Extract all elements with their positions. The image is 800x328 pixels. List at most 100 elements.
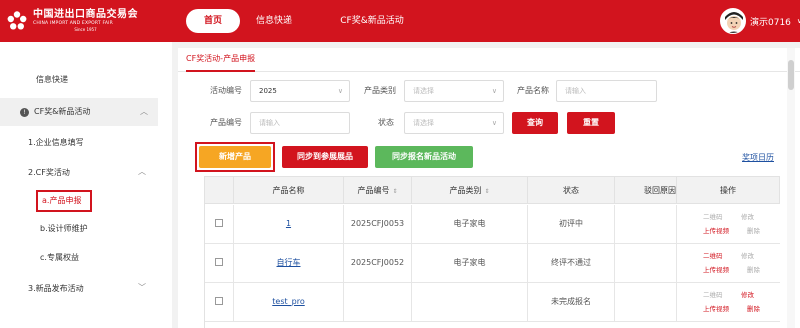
header-category[interactable]: 产品类别 ⇕: [412, 177, 528, 204]
product-name-link[interactable]: test_pro: [272, 297, 304, 306]
row-checkbox-cell: [205, 244, 234, 282]
edit-link[interactable]: 修改: [741, 250, 754, 260]
main-panel: CF奖活动-产品申报 活动编号 2025 ∨ 产品类别 请选择 ∨ 产品名称 请…: [178, 48, 800, 328]
upload-video-link[interactable]: 上传视频: [703, 264, 729, 274]
edit-link[interactable]: 修改: [741, 211, 754, 221]
sync-new-activity-button[interactable]: 同步报名新品活动: [375, 146, 473, 168]
activity-no-value: 2025: [259, 87, 277, 95]
table-row: test_pro 未完成报名 二维码 修改 上传视频 删除: [205, 283, 780, 322]
sidebar-item-new-product-launch[interactable]: 3.新品发布活动: [28, 282, 84, 296]
tab-bar: CF奖活动-产品申报: [178, 48, 800, 72]
sidebar-item-product-declaration[interactable]: a.产品申报: [36, 190, 92, 212]
chevron-up-icon: ︿: [138, 167, 146, 176]
row-checkbox[interactable]: [215, 219, 223, 227]
product-name-input[interactable]: 请输入: [556, 80, 657, 102]
table-header: 产品名称 产品编号 ⇕ 产品类别 ⇕ 状态 驳回原因 操作: [205, 176, 780, 204]
header-category-label: 产品类别: [449, 186, 482, 195]
product-name-link[interactable]: 1: [286, 219, 291, 228]
sidebar-item-exclusive-rights[interactable]: c.专属权益: [40, 251, 79, 265]
header-product-code-label: 产品编号: [357, 186, 390, 195]
status-placeholder: 请选择: [413, 119, 434, 127]
vertical-scrollbar[interactable]: [787, 48, 795, 328]
dropdown-arrow-icon: ∨: [491, 119, 497, 127]
cell-status: 初评中: [528, 205, 615, 243]
product-name-link[interactable]: 自行车: [277, 258, 301, 267]
sidebar-item-cf-award[interactable]: 2.CF奖活动: [28, 166, 70, 180]
scrollbar-thumb[interactable]: [788, 60, 794, 90]
cell-operations: 二维码 修改 上传视频 删除: [677, 283, 780, 321]
upload-video-link[interactable]: 上传视频: [703, 225, 729, 235]
user-name: 演示0716: [750, 17, 791, 28]
header-status: 状态: [528, 177, 615, 204]
chevron-down-icon: ﹀: [138, 283, 146, 292]
delete-link[interactable]: 删除: [747, 225, 760, 235]
sidebar-item-designer-maintenance[interactable]: b.设计师维护: [40, 222, 88, 236]
cell-category: 电子家电: [412, 244, 528, 282]
header-product-name: 产品名称: [234, 177, 344, 204]
add-product-button[interactable]: 新增产品: [199, 146, 271, 168]
category-select[interactable]: 请选择 ∨: [404, 80, 504, 102]
product-name-label: 产品名称: [517, 86, 549, 95]
qrcode-link[interactable]: 二维码: [703, 211, 723, 221]
product-code-input[interactable]: 请输入: [250, 112, 350, 134]
nav-cf-award-activity[interactable]: CF奖&新品活动: [322, 9, 422, 33]
sidebar-section-cf-activity[interactable]: ! CF奖&新品活动 ︿: [0, 98, 158, 126]
info-circle-icon: !: [20, 107, 29, 117]
sidebar-item-company-info[interactable]: 1.企业信息填写: [28, 136, 84, 150]
dropdown-arrow-icon: ∨: [491, 87, 497, 95]
logo-chinese: 中国进出口商品交易会: [33, 9, 138, 21]
cell-operations: 二维码 修改 上传视频 删除: [677, 244, 780, 282]
canton-fair-logo[interactable]: 中国进出口商品交易会 CHINA IMPORT AND EXPORT FAIR …: [6, 9, 156, 33]
row-checkbox-cell: [205, 205, 234, 243]
sidebar: 信息快递 ! CF奖&新品活动 ︿ 1.企业信息填写 2.CF奖活动 ︿ a.产…: [0, 42, 172, 328]
status-label: 状态: [378, 118, 394, 127]
sort-icon: ⇕: [392, 188, 398, 195]
status-select[interactable]: 请选择 ∨: [404, 112, 504, 134]
product-name-placeholder: 请输入: [565, 87, 586, 95]
logo-flower-icon: [6, 10, 28, 32]
cell-reject-reason: [615, 283, 677, 321]
cell-product-name: 1: [234, 205, 344, 243]
nav-home[interactable]: 首页: [186, 9, 240, 33]
delete-link[interactable]: 删除: [747, 264, 760, 274]
table-row: 1 2025CFJ0053 电子家电 初评中 二维码 修改 上传视频 删除: [205, 205, 780, 244]
upload-video-link[interactable]: 上传视频: [703, 303, 729, 313]
logo-since: Since 1957: [74, 26, 97, 32]
row-checkbox[interactable]: [215, 297, 223, 305]
tab-product-declaration[interactable]: CF奖活动-产品申报: [186, 53, 256, 72]
activity-no-select[interactable]: 2025 ∨: [250, 80, 350, 102]
qrcode-link[interactable]: 二维码: [703, 250, 723, 260]
cell-category: [412, 283, 528, 321]
sidebar-item-info-express[interactable]: 信息快递: [36, 66, 136, 94]
cell-status: 未完成报名: [528, 283, 615, 321]
row-checkbox[interactable]: [215, 258, 223, 266]
award-calendar-link[interactable]: 奖项日历: [742, 152, 774, 163]
qrcode-link[interactable]: 二维码: [703, 289, 723, 299]
product-table: 产品名称 产品编号 ⇕ 产品类别 ⇕ 状态 驳回原因 操作 1 2025CFJ005…: [204, 176, 780, 328]
cell-status: 终评不通过: [528, 244, 615, 282]
top-header: 中国进出口商品交易会 CHINA IMPORT AND EXPORT FAIR …: [0, 0, 800, 42]
sort-icon: ⇕: [484, 188, 490, 195]
cell-operations: 二维码 修改 上传视频 删除: [677, 205, 780, 243]
cell-reject-reason: [615, 205, 677, 243]
sidebar-section-label: CF奖&新品活动: [34, 107, 91, 116]
query-button[interactable]: 查询: [512, 112, 558, 134]
cell-product-code: 2025CFJ0052: [344, 244, 412, 282]
product-code-label: 产品编号: [210, 118, 242, 127]
row-checkbox-cell: [205, 283, 234, 321]
reset-button[interactable]: 重置: [567, 112, 615, 134]
logo-text: 中国进出口商品交易会 CHINA IMPORT AND EXPORT FAIR …: [33, 10, 138, 32]
chevron-up-icon: ︿: [140, 107, 148, 116]
edit-link[interactable]: 修改: [741, 289, 754, 299]
nav-info-express[interactable]: 信息快递: [248, 9, 300, 33]
cell-product-name: 自行车: [234, 244, 344, 282]
cell-product-code: 2025CFJ0053: [344, 205, 412, 243]
avatar-icon: [720, 8, 746, 34]
category-label: 产品类别: [364, 86, 396, 95]
header-product-code[interactable]: 产品编号 ⇕: [344, 177, 412, 204]
sync-exhibit-button[interactable]: 同步到参展展品: [282, 146, 368, 168]
delete-link[interactable]: 删除: [747, 303, 760, 313]
user-menu[interactable]: 演示0716 ∨: [720, 6, 800, 36]
product-code-placeholder: 请输入: [259, 119, 280, 127]
activity-no-label: 活动编号: [210, 86, 242, 95]
